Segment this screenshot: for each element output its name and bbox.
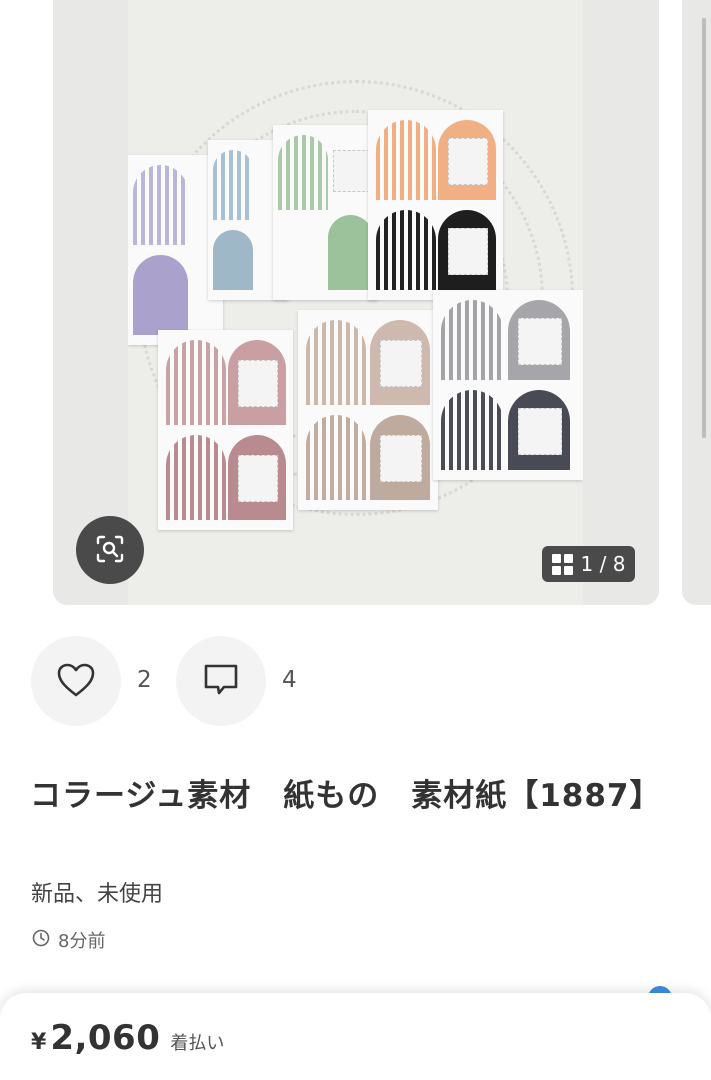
posted-time: 8分前 xyxy=(32,927,105,953)
image-search-button[interactable] xyxy=(76,516,144,584)
clock-icon xyxy=(32,929,50,952)
image-carousel[interactable]: 1 / 8 xyxy=(53,0,659,605)
currency-symbol: ¥ xyxy=(31,1030,47,1055)
price-row: ¥ 2,060 着払い xyxy=(31,1018,224,1058)
item-condition: 新品、未使用 xyxy=(31,882,164,907)
image-search-icon xyxy=(95,534,125,567)
like-count: 2 xyxy=(137,667,152,693)
item-detail-page: 1 / 8 2 4 コラージュ素材 紙もの 素材紙【1887】 新品、未使用 8… xyxy=(0,0,711,1080)
like-button[interactable] xyxy=(31,636,121,726)
comment-count: 4 xyxy=(282,667,297,693)
item-price: 2,060 xyxy=(50,1018,161,1058)
scrollbar-thumb[interactable] xyxy=(702,18,706,438)
shipping-label: 着払い xyxy=(170,1033,225,1054)
speech-bubble-icon xyxy=(202,662,240,701)
next-image-preview[interactable] xyxy=(682,0,711,605)
grid-icon xyxy=(551,553,573,575)
comment-button[interactable] xyxy=(176,636,266,726)
posted-time-text: 8分前 xyxy=(58,931,106,952)
heart-icon xyxy=(56,662,96,701)
image-counter-badge: 1 / 8 xyxy=(542,546,635,582)
item-title: コラージュ素材 紙もの 素材紙【1887】 xyxy=(30,778,662,814)
image-counter-text: 1 / 8 xyxy=(580,552,626,576)
product-photo xyxy=(128,0,583,605)
